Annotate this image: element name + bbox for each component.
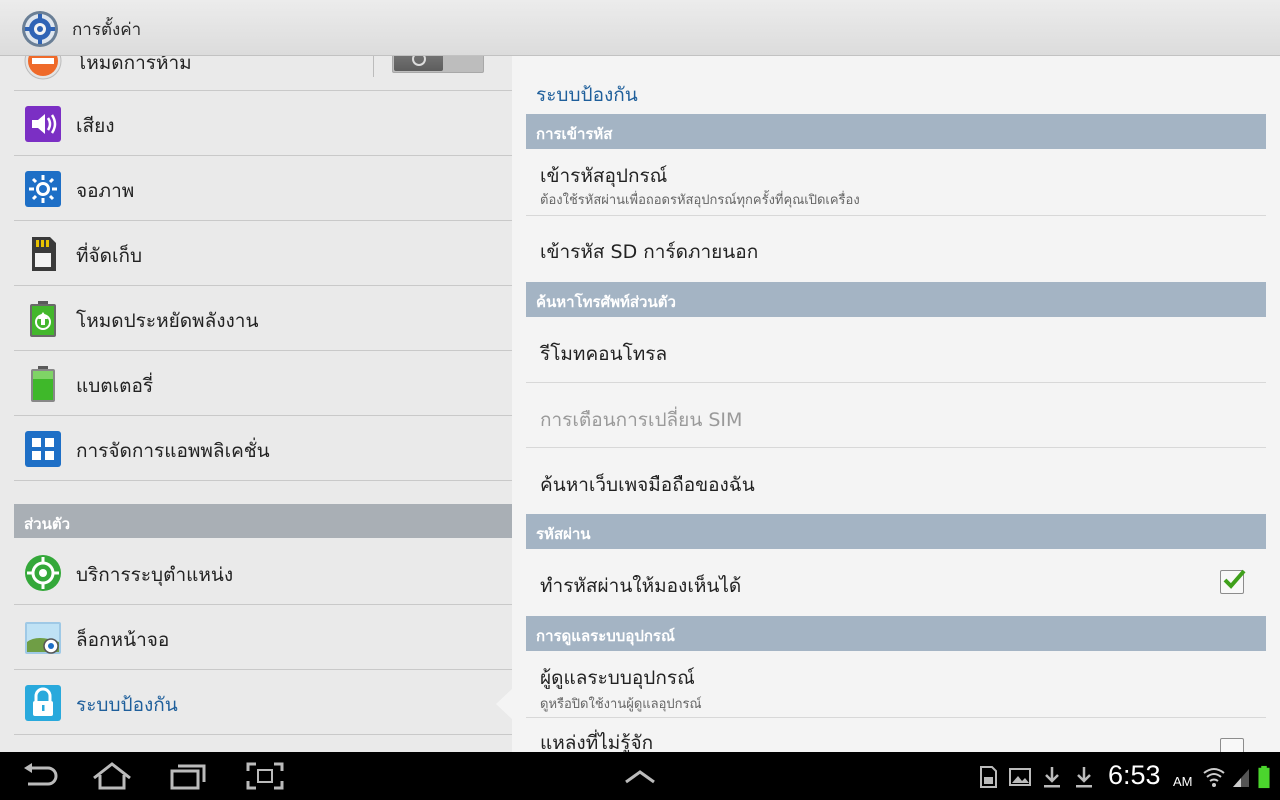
category-device-administration: การดูแลระบบอุปกรณ์ [526,616,1266,651]
sidebar-item-storage[interactable]: ที่จัดเก็บ [14,221,512,286]
location-icon [25,555,61,591]
clock-ampm: AM [1173,774,1193,789]
battery-status-icon [1258,765,1270,789]
category-passwords: รหัสผ่าน [526,514,1266,549]
power-saving-icon [30,301,56,337]
selection-pointer [496,688,513,720]
encrypt-device-item[interactable]: เข้ารหัสอุปกรณ์ ต้องใช้รหัสผ่านเพื่อถอดร… [526,149,1266,216]
unknown-sources-item[interactable]: แหล่งที่ไม่รู้จัก [526,718,1266,752]
download-icon [1044,767,1060,788]
sidebar-item-lock-screen[interactable]: ล็อกหน้าจอ [14,605,512,670]
item-title: เข้ารหัสอุปกรณ์ [540,165,668,187]
clock: 6:53 [1108,760,1161,790]
battery-icon [31,366,55,402]
security-settings-panel: ระบบป้องกัน การเข้ารหัส เข้ารหัสอุปกรณ์ … [512,56,1280,752]
volume-icon [25,106,61,142]
switch-knob[interactable] [394,56,443,71]
sd-card-icon [32,237,56,271]
device-administrators-item[interactable]: ผู้ดูแลระบบอุปกรณ์ ดูหรือปิดใช้งานผู้ดูแ… [526,651,1266,718]
sidebar-item-label: โหมดการห้าม [76,56,192,74]
item-title: ทำรหัสผ่านให้มองเห็นได้ [540,575,742,597]
remote-controls-item[interactable]: รีโมทคอนโทรล [526,317,1266,383]
sidebar-item-power-saving[interactable]: โหมดประหยัดพลังงาน [14,286,512,351]
item-title: แหล่งที่ไม่รู้จัก [540,732,654,752]
block-icon [24,56,62,80]
category-find-my-mobile: ค้นหาโทรศัพท์ส่วนตัว [526,282,1266,317]
sidebar-item-security[interactable]: ระบบป้องกัน [14,670,512,735]
sidebar-item-label: โหมดประหยัดพลังงาน [76,310,259,332]
sidebar-item-sound[interactable]: เสียง [14,91,512,156]
settings-category-list: โหมดการห้าม เสียง จอภาพ ที่จัดเก็บ โหมดป… [0,56,512,752]
gallery-notification-icon [1009,768,1031,786]
item-title: ค้นหาเว็บเพจมือถือของฉัน [540,474,755,496]
home-icon[interactable] [92,762,132,790]
section-header-label: ส่วนตัว [24,515,70,533]
category-encryption: การเข้ารหัส [526,114,1266,149]
apps-icon [25,431,61,467]
sidebar-item-application-manager[interactable]: การจัดการแอพพลิเคชั่น [14,416,512,481]
signal-strength-icon [1233,769,1249,787]
action-bar: การตั้งค่า [0,0,1280,56]
item-title: การเตือนการเปลี่ยน SIM [540,409,743,431]
sidebar-item-label: ที่จัดเก็บ [76,245,143,267]
category-label: รหัสผ่าน [536,525,591,543]
brightness-icon [25,171,61,207]
sidebar-item-label: การจัดการแอพพลิเคชั่น [76,440,270,462]
lock-screen-icon [25,622,61,654]
sidebar-item-label: จอภาพ [76,180,135,202]
make-passwords-visible-item[interactable]: ทำรหัสผ่านให้มองเห็นได้ [526,549,1266,616]
item-summary: ต้องใช้รหัสผ่านเพื่อถอดรหัสอุปกรณ์ทุกครั… [540,193,860,208]
category-label: การเข้ารหัส [536,125,613,143]
blocking-mode-switch[interactable] [392,56,484,73]
download-icon [1076,767,1092,788]
item-title: ผู้ดูแลระบบอุปกรณ์ [540,667,695,689]
page-title: ระบบป้องกัน [536,84,638,106]
encrypt-sd-card-item[interactable]: เข้ารหัส SD การ์ดภายนอก [526,216,1266,282]
sidebar-item-label: ล็อกหน้าจอ [76,629,170,651]
item-title: เข้ารหัส SD การ์ดภายนอก [540,241,759,263]
category-label: การดูแลระบบอุปกรณ์ [536,627,675,645]
settings-app: การตั้งค่า โหมดการห้าม เสียง จอภาพ ที่จั… [0,0,1280,800]
unknown-sources-checkbox[interactable] [1220,738,1244,752]
app-title: การตั้งค่า [72,20,142,40]
item-summary: ดูหรือปิดใช้งานผู้ดูแลอุปกรณ์ [540,697,702,712]
sidebar-item-label: แบตเตอรี่ [76,375,154,397]
divider [373,56,374,77]
sidebar-item-display[interactable]: จอภาพ [14,156,512,221]
sidebar-item-battery[interactable]: แบตเตอรี่ [14,351,512,416]
sim-change-alert-item[interactable]: การเตือนการเปลี่ยน SIM [526,383,1266,448]
checkmark-icon [1223,569,1246,589]
sidebar-item-partial[interactable] [14,735,512,752]
recent-apps-icon[interactable] [168,762,208,790]
sd-card-notification-icon [980,766,997,788]
settings-gear-icon[interactable] [19,9,61,49]
screenshot-icon[interactable] [245,762,285,790]
sidebar-item-label: เสียง [76,115,115,137]
sidebar-item-label: ระบบป้องกัน [76,694,178,716]
show-password-checkbox[interactable] [1220,569,1246,594]
find-my-mobile-web-item[interactable]: ค้นหาเว็บเพจมือถือของฉัน [526,448,1266,514]
back-icon[interactable] [20,762,60,790]
section-header-personal: ส่วนตัว [14,504,512,538]
category-label: ค้นหาโทรศัพท์ส่วนตัว [536,293,676,311]
wifi-icon [1203,768,1225,787]
sidebar-item-label: บริการระบุตำแหน่ง [76,564,234,586]
sidebar-item-blocking-mode[interactable]: โหมดการห้าม [14,56,512,91]
mini-apps-tray-icon[interactable] [620,762,660,790]
padlock-icon [25,685,61,721]
system-bar: 6:53 AM [0,752,1280,800]
sidebar-item-location[interactable]: บริการระบุตำแหน่ง [14,540,512,605]
item-title: รีโมทคอนโทรล [540,343,668,365]
